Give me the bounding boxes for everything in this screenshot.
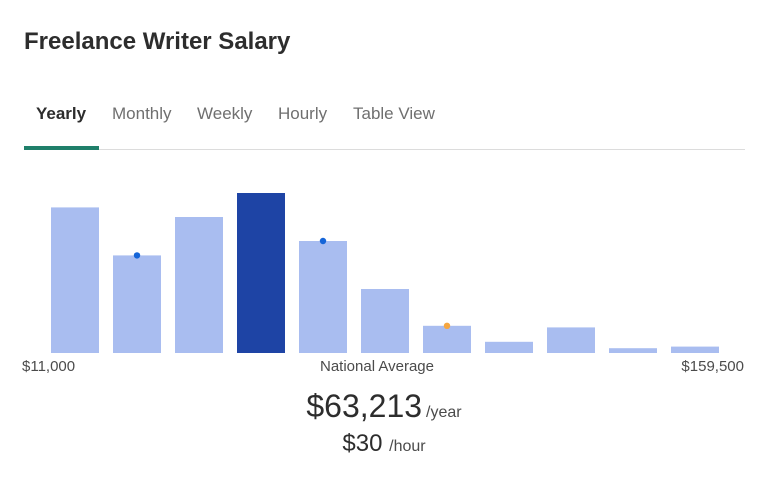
page-title: Freelance Writer Salary	[24, 28, 291, 55]
x-axis-min-label: $11,000	[22, 358, 76, 375]
histogram-bar[interactable]	[175, 217, 223, 353]
histogram-bar[interactable]	[361, 289, 409, 353]
histogram-bar[interactable]	[299, 241, 347, 353]
bar-marker-dot	[133, 252, 141, 259]
national-average-yearly: $63,213/year	[0, 388, 768, 425]
period-tabs: Yearly Monthly Weekly Hourly Table View	[24, 100, 745, 150]
average-hourly-unit: /hour	[389, 438, 426, 455]
salary-distribution-chart	[51, 193, 719, 353]
tab-weekly[interactable]: Weekly	[197, 104, 252, 124]
histogram-bar[interactable]	[609, 348, 657, 353]
average-hourly-value: $30	[342, 430, 383, 457]
histogram-bar-highlighted[interactable]	[237, 193, 285, 353]
tab-table-view[interactable]: Table View	[353, 104, 435, 124]
histogram-bar[interactable]	[547, 327, 595, 353]
average-yearly-value: $63,213	[306, 388, 423, 424]
average-yearly-unit: /year	[426, 404, 462, 421]
histogram-bar[interactable]	[671, 346, 719, 353]
tab-monthly[interactable]: Monthly	[112, 104, 172, 124]
tab-yearly[interactable]: Yearly	[36, 104, 86, 124]
histogram-bar[interactable]	[51, 207, 99, 353]
bar-marker-dot	[319, 237, 327, 245]
x-axis-mid-label: National Average	[320, 358, 434, 375]
bar-marker-dot	[443, 322, 451, 329]
national-average-hourly: $30 /hour	[0, 430, 768, 458]
histogram-bar[interactable]	[423, 325, 471, 353]
histogram-bar[interactable]	[113, 255, 161, 353]
tab-hourly[interactable]: Hourly	[278, 104, 327, 124]
histogram-bar[interactable]	[485, 341, 533, 353]
x-axis-max-label: $159,500	[681, 358, 744, 375]
